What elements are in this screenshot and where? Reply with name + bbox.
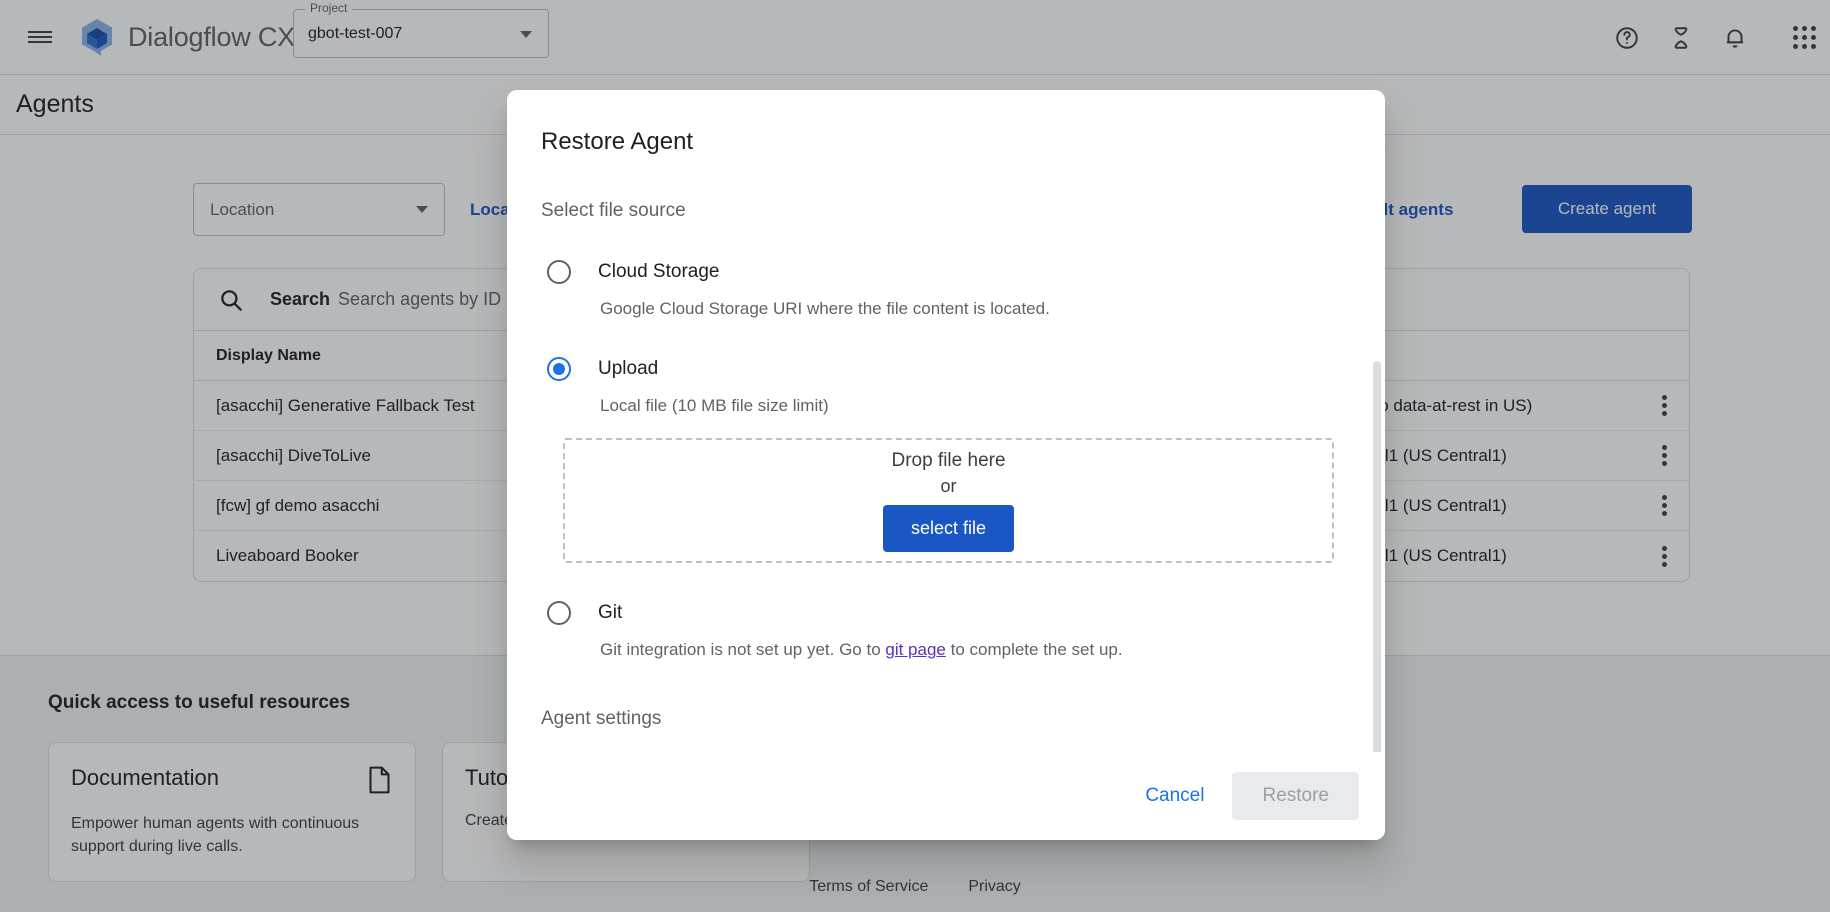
dialog-body: Select file source Cloud Storage Google …	[507, 156, 1385, 752]
dropzone-or-text: or	[940, 476, 956, 497]
git-page-link[interactable]: git page	[885, 640, 946, 659]
radio-help-cloud-storage: Google Cloud Storage URI where the file …	[600, 299, 1351, 319]
select-file-source-heading: Select file source	[541, 200, 1351, 222]
radio-button-upload[interactable]	[547, 357, 571, 381]
restore-button: Restore	[1232, 772, 1359, 820]
radio-label-cloud-storage: Cloud Storage	[598, 261, 719, 283]
cancel-button[interactable]: Cancel	[1125, 773, 1224, 819]
restore-agent-dialog: Restore Agent Select file source Cloud S…	[507, 90, 1385, 840]
git-help-prefix: Git integration is not set up yet. Go to	[600, 640, 885, 659]
git-help-suffix: to complete the set up.	[946, 640, 1123, 659]
dialog-scrollbar[interactable]	[1373, 361, 1381, 752]
radio-option-git[interactable]: Git	[541, 601, 1351, 625]
file-dropzone[interactable]: Drop file here or select file	[563, 438, 1334, 563]
dialog-footer: Cancel Restore	[507, 752, 1385, 840]
radio-help-git: Git integration is not set up yet. Go to…	[600, 640, 1351, 660]
radio-label-upload: Upload	[598, 358, 658, 380]
radio-option-cloud-storage[interactable]: Cloud Storage	[541, 260, 1351, 284]
dialog-title: Restore Agent	[507, 90, 1385, 156]
radio-option-upload[interactable]: Upload	[541, 357, 1351, 381]
select-file-button[interactable]: select file	[883, 505, 1014, 552]
radio-button-git[interactable]	[547, 601, 571, 625]
radio-help-upload: Local file (10 MB file size limit)	[600, 396, 1351, 416]
dropzone-instruction: Drop file here	[891, 450, 1005, 472]
radio-button-cloud-storage[interactable]	[547, 260, 571, 284]
radio-label-git: Git	[598, 602, 622, 624]
agent-settings-heading: Agent settings	[541, 708, 1351, 730]
